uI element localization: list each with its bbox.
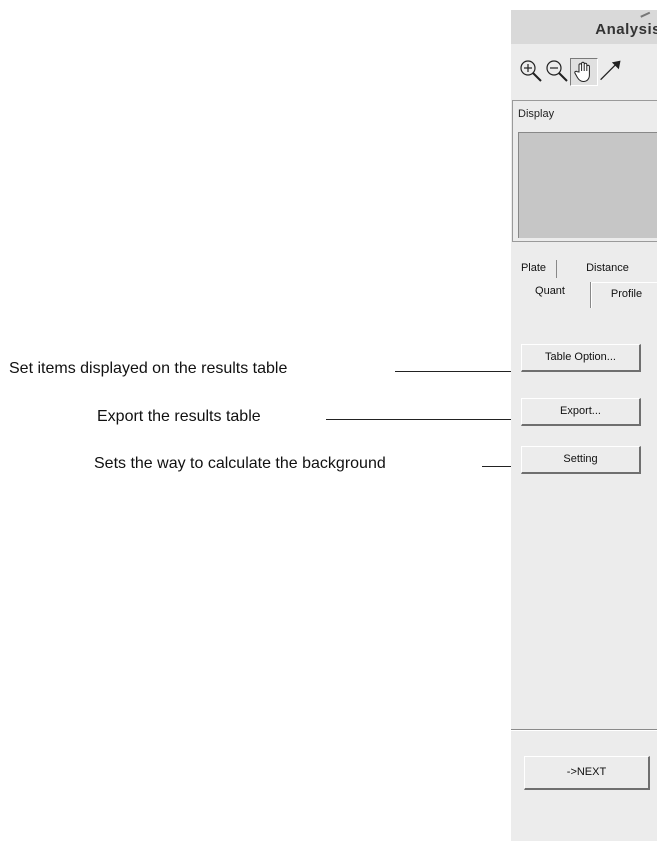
display-preview	[518, 132, 657, 238]
display-group-label: Display	[518, 108, 555, 120]
title-decoration	[637, 10, 651, 18]
zoom-in-button[interactable]	[518, 58, 544, 84]
annotation-setting: Sets the way to calculate the background	[94, 455, 386, 472]
panel-separator	[511, 729, 657, 731]
zoom-out-button[interactable]	[544, 58, 570, 84]
annotation-export: Export the results table	[97, 408, 261, 425]
export-button[interactable]: Export...	[521, 398, 641, 426]
panel-title: Analysis	[595, 21, 657, 38]
panel-title-bar: Analysis	[511, 10, 657, 44]
next-button[interactable]: ->NEXT	[524, 756, 650, 790]
zoom-out-icon	[546, 60, 568, 82]
analysis-panel: Analysis Display Plate Distance Quant Pr…	[511, 10, 657, 841]
table-option-button[interactable]: Table Option...	[521, 344, 641, 372]
pick-tool-button[interactable]	[598, 58, 624, 84]
callout-line-table-option	[395, 371, 520, 372]
setting-button[interactable]: Setting	[521, 446, 641, 474]
pan-button[interactable]	[570, 58, 598, 86]
zoom-in-icon	[520, 60, 542, 82]
tab-distance[interactable]: Distance	[558, 260, 657, 278]
tab-profile[interactable]: Profile	[591, 282, 657, 308]
display-group: Display	[512, 100, 657, 242]
tab-plate[interactable]: Plate	[511, 260, 557, 278]
pick-arrow-icon	[600, 60, 621, 81]
hand-pan-icon	[574, 61, 590, 83]
annotation-table-option: Set items displayed on the results table	[9, 360, 288, 377]
tab-quant[interactable]: Quant	[511, 279, 589, 309]
callout-line-export	[326, 419, 520, 420]
